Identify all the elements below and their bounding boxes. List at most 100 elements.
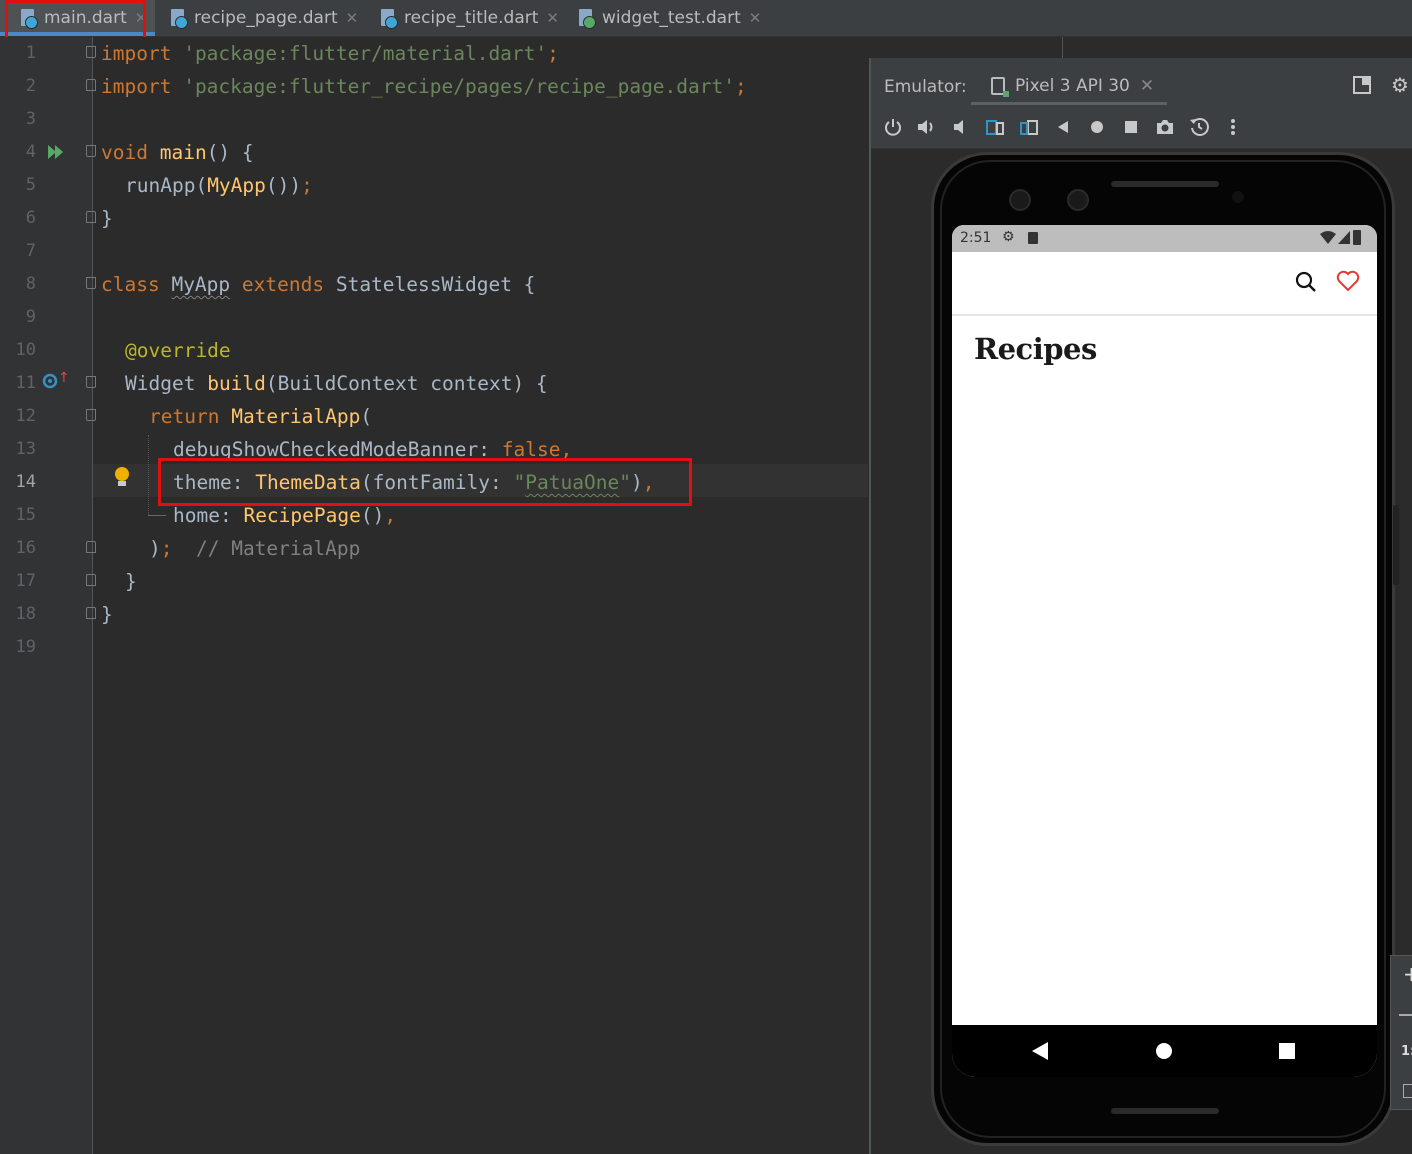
arrow-up-icon: ↑ [58, 370, 70, 386]
snapshot-icon[interactable] [1182, 114, 1216, 140]
line-number: 3 [25, 109, 36, 129]
add-icon[interactable]: + [1403, 962, 1412, 986]
code-line-8: class MyApp extends StatelessWidget { [101, 273, 536, 296]
emulator-toolbar [876, 114, 1250, 140]
code-line-10: @override [125, 339, 231, 362]
fold-marker-icon[interactable] [86, 607, 96, 619]
close-icon[interactable]: ✕ [749, 9, 762, 27]
volume-up-icon[interactable] [910, 114, 944, 140]
tab-widget-test-dart[interactable]: widget_test.dart ✕ [576, 0, 776, 36]
code-line-4: void main() { [101, 141, 254, 164]
tab-label: recipe_page.dart [194, 8, 338, 28]
fold-marker-icon[interactable] [86, 79, 96, 91]
sensor-icon [1232, 191, 1244, 203]
line-number-current: 14 [15, 472, 36, 492]
android-status-bar: 2:51 ⚙ [952, 225, 1377, 252]
front-camera-icon [1067, 189, 1089, 211]
run-icon[interactable] [46, 142, 66, 162]
line-number: 9 [25, 307, 36, 327]
wifi-icon [1320, 231, 1336, 249]
back-icon[interactable] [1032, 1042, 1048, 1064]
line-number: 1 [25, 43, 36, 63]
bottom-speaker [1111, 1108, 1219, 1114]
overview-icon[interactable] [1279, 1043, 1295, 1063]
line-number: 13 [15, 439, 36, 459]
editor-tab-bar: main.dart ✕ recipe_page.dart ✕ recipe_ti… [0, 0, 1412, 37]
gear-icon[interactable]: ⚙ [1387, 72, 1412, 98]
more-icon[interactable] [1216, 114, 1250, 140]
editor-gutter [0, 37, 93, 1154]
screenshot-icon[interactable] [1148, 114, 1182, 140]
code-line-1: import 'package:flutter/material.dart'; [101, 42, 559, 65]
line-number: 2 [25, 76, 36, 96]
override-icon[interactable] [42, 373, 58, 393]
fold-marker-icon[interactable] [86, 574, 96, 586]
code-line-2: import 'package:flutter_recipe/pages/rec… [101, 75, 747, 98]
search-icon[interactable] [1294, 270, 1318, 298]
fold-marker-icon[interactable] [86, 211, 96, 223]
line-number: 15 [15, 505, 36, 525]
signal-icon [1338, 231, 1350, 249]
lightbulb-icon[interactable] [114, 467, 130, 487]
code-line-18: } [101, 603, 113, 626]
line-number: 19 [15, 637, 36, 657]
page-title: Recipes [974, 332, 1097, 366]
dart-file-icon [378, 8, 398, 29]
volume-down-icon[interactable] [944, 114, 978, 140]
battery-icon [1353, 230, 1361, 245]
fold-marker-icon[interactable] [86, 277, 96, 289]
line-number: 18 [15, 604, 36, 624]
phone-side-button [1393, 505, 1399, 585]
rotate-right-icon[interactable] [1012, 114, 1046, 140]
fit-screen-icon[interactable] [1403, 1084, 1412, 1098]
code-editor[interactable]: 1 2 3 4 5 6 7 8 9 10 11 12 13 14 15 16 1… [0, 37, 868, 1154]
fold-marker-icon[interactable] [86, 145, 96, 157]
device-tab-label: Pixel 3 API 30 [1015, 75, 1130, 96]
overview-icon[interactable] [1114, 114, 1148, 140]
device-tab[interactable]: Pixel 3 API 30 ✕ [971, 69, 1167, 105]
gear-icon: ⚙ [1002, 229, 1015, 245]
window-layout-icon[interactable] [1349, 72, 1375, 98]
heart-icon[interactable] [1336, 270, 1360, 296]
sd-card-icon [1028, 232, 1038, 244]
app-bar [952, 252, 1377, 316]
fold-marker-icon[interactable] [86, 541, 96, 553]
code-line-16: ); // MaterialApp [149, 537, 361, 560]
emulator-label: Emulator: [884, 77, 967, 97]
code-line-17: } [125, 570, 137, 593]
fold-marker-icon[interactable] [86, 409, 96, 421]
fold-marker-icon[interactable] [86, 46, 96, 58]
home-icon[interactable] [1156, 1043, 1172, 1063]
code-line-12: return MaterialApp( [149, 405, 373, 428]
line-number: 17 [15, 571, 36, 591]
tab-recipe-page-dart[interactable]: recipe_page.dart ✕ [168, 0, 368, 36]
back-icon[interactable] [1046, 114, 1080, 140]
line-number: 5 [25, 175, 36, 195]
phone-screen[interactable]: 2:51 ⚙ Recipes [952, 225, 1377, 1077]
indent-guide [148, 435, 150, 515]
line-number: 8 [25, 274, 36, 294]
line-number: 4 [25, 142, 36, 162]
status-time: 2:51 [960, 230, 992, 246]
minus-icon[interactable] [1399, 1014, 1412, 1016]
front-camera-icon [1009, 189, 1031, 211]
power-icon[interactable] [876, 114, 910, 140]
zoom-ratio-icon[interactable]: 1: [1401, 1044, 1412, 1059]
dart-file-icon [168, 8, 188, 29]
close-icon[interactable]: ✕ [1140, 76, 1154, 96]
code-line-6: } [101, 207, 113, 230]
emulator-side-toolbar: + 1: [1390, 955, 1412, 1110]
rotate-left-icon[interactable] [978, 114, 1012, 140]
tab-recipe-title-dart[interactable]: recipe_title.dart ✕ [378, 0, 568, 36]
line-number: 12 [15, 406, 36, 426]
line-number: 11 [15, 373, 36, 393]
close-icon[interactable]: ✕ [546, 9, 559, 27]
fold-marker-icon[interactable] [86, 376, 96, 388]
home-icon[interactable] [1080, 114, 1114, 140]
right-margin-guide [1062, 37, 1063, 59]
close-icon[interactable]: ✕ [346, 9, 359, 27]
line-number: 16 [15, 538, 36, 558]
code-line-11: Widget build(BuildContext context) { [125, 372, 548, 395]
dart-file-icon [576, 8, 596, 29]
line-number: 6 [25, 208, 36, 228]
